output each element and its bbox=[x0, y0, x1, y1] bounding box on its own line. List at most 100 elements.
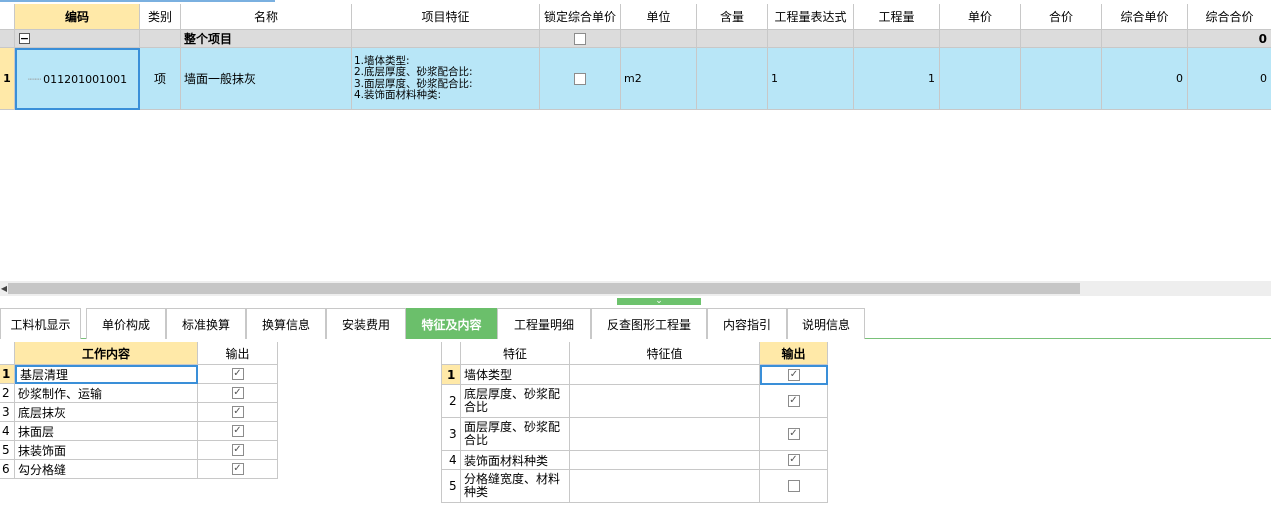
group-lock-checkbox[interactable] bbox=[574, 32, 586, 45]
item-composite-unit-price[interactable]: 0 bbox=[1102, 48, 1188, 110]
col-header-unit[interactable]: 单位 bbox=[621, 4, 697, 30]
collapse-minus-icon[interactable]: − bbox=[19, 33, 30, 44]
tab-installation-fee[interactable]: 安装费用 bbox=[326, 308, 406, 339]
work-row-number[interactable]: 5 bbox=[0, 441, 15, 460]
feature-value-cell[interactable] bbox=[570, 365, 760, 385]
feature-output-cell[interactable] bbox=[760, 365, 828, 385]
col-header-composite-unit-price[interactable]: 综合单价 bbox=[1102, 4, 1188, 30]
work-row-number[interactable]: 3 bbox=[0, 403, 15, 422]
work-output-cell[interactable] bbox=[198, 460, 278, 479]
horizontal-scrollbar[interactable]: ◀ bbox=[0, 281, 1271, 296]
work-row-number[interactable]: 2 bbox=[0, 384, 15, 403]
group-collapse-cell[interactable]: − bbox=[15, 30, 140, 48]
work-output-checkbox[interactable] bbox=[231, 444, 244, 456]
work-content-cell[interactable]: 抹面层 bbox=[15, 422, 198, 441]
feature-row-number[interactable]: 4 bbox=[441, 451, 461, 470]
work-output-cell[interactable] bbox=[198, 365, 278, 384]
feature-output-checkbox[interactable] bbox=[787, 480, 800, 492]
item-code-cell[interactable]: ┈┈ 011201001001 bbox=[15, 48, 140, 110]
item-unit[interactable]: m2 bbox=[621, 48, 697, 110]
tab-standard-conversion[interactable]: 标准换算 bbox=[166, 308, 246, 339]
item-content[interactable] bbox=[697, 48, 768, 110]
feature-row-number[interactable]: 3 bbox=[441, 418, 461, 451]
col-header-features[interactable]: 项目特征 bbox=[352, 4, 540, 30]
feature-name-cell[interactable]: 底层厚度、砂浆配合比 bbox=[461, 385, 570, 418]
work-output-checkbox[interactable] bbox=[231, 425, 244, 437]
work-content-cell[interactable]: 勾分格缝 bbox=[15, 460, 198, 479]
feature-value-cell[interactable] bbox=[570, 470, 760, 503]
feature-output-cell[interactable] bbox=[760, 470, 828, 503]
feature-row-number[interactable]: 5 bbox=[441, 470, 461, 503]
panel-splitter[interactable]: ⌄ bbox=[0, 296, 1271, 308]
work-row-number[interactable]: 6 bbox=[0, 460, 15, 479]
feature-output-checkbox[interactable] bbox=[787, 395, 800, 407]
item-composite-total[interactable]: 0 bbox=[1188, 48, 1271, 110]
feature-value-cell[interactable] bbox=[570, 451, 760, 470]
item-category[interactable]: 项 bbox=[140, 48, 181, 110]
work-row-number[interactable]: 4 bbox=[0, 422, 15, 441]
work-content-header[interactable]: 工作内容 bbox=[15, 342, 198, 365]
scrollbar-thumb[interactable] bbox=[8, 283, 1080, 294]
work-content-cell[interactable]: 砂浆制作、运输 bbox=[15, 384, 198, 403]
work-content-cell[interactable]: 抹装饰面 bbox=[15, 441, 198, 460]
col-header-category[interactable]: 类别 bbox=[140, 4, 181, 30]
tab-reverse-graphic-quantity[interactable]: 反查图形工程量 bbox=[591, 308, 707, 339]
feature-row-number[interactable]: 2 bbox=[441, 385, 461, 418]
tab-quantity-detail[interactable]: 工程量明细 bbox=[497, 308, 591, 339]
work-output-checkbox[interactable] bbox=[231, 368, 244, 380]
col-header-lock-price[interactable]: 锁定综合单价 bbox=[540, 4, 621, 30]
feature-value-header[interactable]: 特征值 bbox=[570, 342, 760, 365]
splitter-chevron-down-icon[interactable]: ⌄ bbox=[617, 297, 701, 306]
item-unit-price[interactable] bbox=[940, 48, 1021, 110]
row-number[interactable]: 1 bbox=[0, 48, 15, 110]
work-output-header[interactable]: 输出 bbox=[198, 342, 278, 365]
feature-value-cell[interactable] bbox=[570, 385, 760, 418]
col-header-quantity[interactable]: 工程量 bbox=[854, 4, 940, 30]
item-features[interactable]: 1.墙体类型: 2.底层厚度、砂浆配合比: 3.面层厚度、砂浆配合比: 4.装饰… bbox=[352, 48, 540, 110]
col-header-total-price[interactable]: 合价 bbox=[1021, 4, 1102, 30]
feature-name-cell[interactable]: 墙体类型 bbox=[461, 365, 570, 385]
item-name[interactable]: 墙面一般抹灰 bbox=[181, 48, 352, 110]
work-content-cell[interactable]: 底层抹灰 bbox=[15, 403, 198, 422]
work-row-number[interactable]: 1 bbox=[0, 365, 15, 384]
feature-output-cell[interactable] bbox=[760, 418, 828, 451]
col-header-composite-total[interactable]: 综合合价 bbox=[1188, 4, 1271, 30]
item-total-price[interactable] bbox=[1021, 48, 1102, 110]
item-lock-checkbox[interactable] bbox=[574, 72, 586, 85]
feature-output-cell[interactable] bbox=[760, 451, 828, 470]
feature-name-cell[interactable]: 分格缝宽度、材料种类 bbox=[461, 470, 570, 503]
feature-row-number[interactable]: 1 bbox=[441, 365, 461, 385]
group-lock-cell[interactable] bbox=[540, 30, 621, 48]
scroll-left-arrow-icon[interactable]: ◀ bbox=[0, 281, 8, 296]
tab-features-and-content[interactable]: 特征及内容 bbox=[406, 308, 497, 339]
item-qty-expression[interactable]: 1 bbox=[768, 48, 854, 110]
work-output-cell[interactable] bbox=[198, 403, 278, 422]
work-output-checkbox[interactable] bbox=[231, 463, 244, 475]
col-header-unit-price[interactable]: 单价 bbox=[940, 4, 1021, 30]
work-content-cell[interactable]: 基层清理 bbox=[15, 365, 198, 384]
col-header-name[interactable]: 名称 bbox=[181, 4, 352, 30]
item-quantity[interactable]: 1 bbox=[854, 48, 940, 110]
feature-header[interactable]: 特征 bbox=[461, 342, 570, 365]
col-header-code[interactable]: 编码 bbox=[15, 4, 140, 30]
tab-conversion-info[interactable]: 换算信息 bbox=[246, 308, 326, 339]
tab-content-guide[interactable]: 内容指引 bbox=[707, 308, 787, 339]
feature-output-checkbox[interactable] bbox=[788, 369, 800, 381]
feature-output-checkbox[interactable] bbox=[787, 454, 800, 466]
feature-output-cell[interactable] bbox=[760, 385, 828, 418]
work-output-cell[interactable] bbox=[198, 384, 278, 403]
feature-output-checkbox[interactable] bbox=[787, 428, 800, 440]
work-output-cell[interactable] bbox=[198, 441, 278, 460]
feature-value-cell[interactable] bbox=[570, 418, 760, 451]
feature-name-cell[interactable]: 装饰面材料种类 bbox=[461, 451, 570, 470]
work-output-checkbox[interactable] bbox=[231, 406, 244, 418]
item-lock-cell[interactable] bbox=[540, 48, 621, 110]
feature-name-cell[interactable]: 面层厚度、砂浆配合比 bbox=[461, 418, 570, 451]
feature-output-header[interactable]: 输出 bbox=[760, 342, 828, 365]
col-header-content[interactable]: 含量 bbox=[697, 4, 768, 30]
work-output-cell[interactable] bbox=[198, 422, 278, 441]
tab-description-info[interactable]: 说明信息 bbox=[787, 308, 865, 339]
work-output-checkbox[interactable] bbox=[231, 387, 244, 399]
tab-price-composition[interactable]: 单价构成 bbox=[86, 308, 166, 339]
col-header-qty-expression[interactable]: 工程量表达式 bbox=[768, 4, 854, 30]
